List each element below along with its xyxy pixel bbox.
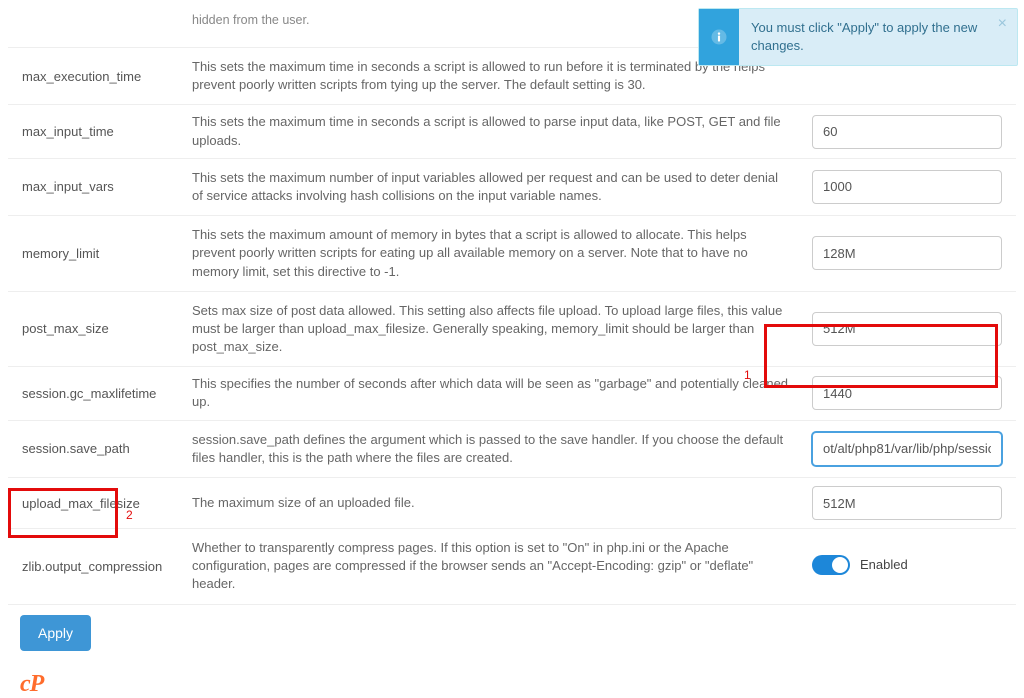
setting-input-col [812,236,1012,270]
setting-row: max_input_time This sets the maximum tim… [8,105,1016,158]
max-input-vars-field[interactable] [812,170,1002,204]
setting-row: memory_limit This sets the maximum amoun… [8,216,1016,292]
cpanel-logo: cP [20,671,1016,698]
notification-close[interactable]: × [998,9,1017,65]
setting-label: post_max_size [12,321,192,336]
upload-max-filesize-field[interactable] [812,486,1002,520]
setting-description: Sets max size of post data allowed. This… [192,302,812,357]
setting-label: session.gc_maxlifetime [12,386,192,401]
notification-text: You must click "Apply" to apply the new … [739,9,998,65]
post-max-size-field[interactable] [812,312,1002,346]
max-input-time-field[interactable] [812,115,1002,149]
setting-input-col [812,312,1012,346]
zlib-output-compression-toggle[interactable]: Enabled [812,555,908,575]
memory-limit-field[interactable] [812,236,1002,270]
setting-label: . [12,20,192,21]
setting-description: The maximum size of an uploaded file. [192,494,812,512]
setting-input-col [812,432,1012,466]
setting-input-col [812,486,1012,520]
setting-row: upload_max_filesize The maximum size of … [8,478,1016,529]
setting-label: session.save_path [12,441,192,456]
session-save-path-field[interactable] [812,432,1002,466]
setting-description: session.save_path defines the argument w… [192,431,812,467]
toggle-label: Enabled [860,557,908,572]
setting-input-col [812,115,1012,149]
setting-row: session.gc_maxlifetime This specifies th… [8,367,1016,420]
session-gc-maxlifetime-field[interactable] [812,376,1002,410]
setting-row: session.save_path session.save_path defi… [8,421,1016,478]
setting-row: post_max_size Sets max size of post data… [8,292,1016,368]
setting-description: This sets the maximum amount of memory i… [192,226,812,281]
notification-toast: You must click "Apply" to apply the new … [698,8,1018,66]
setting-label: upload_max_filesize [12,496,192,511]
setting-label: memory_limit [12,246,192,261]
settings-table: . hidden from the user. max_execution_ti… [0,0,1024,698]
setting-description: This sets the maximum time in seconds a … [192,113,812,149]
setting-row: zlib.output_compression Whether to trans… [8,529,1016,605]
apply-button[interactable]: Apply [20,615,91,651]
annotation-label: 1 [744,368,751,382]
setting-label: max_execution_time [12,69,192,84]
setting-description: This specifies the number of seconds aft… [192,375,812,411]
setting-description: Whether to transparently compress pages.… [192,539,812,594]
setting-label: zlib.output_compression [12,559,192,574]
setting-input-col [812,170,1012,204]
info-icon [699,9,739,65]
setting-label: max_input_vars [12,179,192,194]
setting-row: max_input_vars This sets the maximum num… [8,159,1016,216]
annotation-label: 2 [126,508,133,522]
setting-input-col: Enabled [812,555,1012,578]
setting-description: This sets the maximum number of input va… [192,169,812,205]
logo-text: cP [20,671,43,697]
setting-input-col [812,376,1012,410]
toggle-switch-icon [812,555,850,575]
setting-label: max_input_time [12,124,192,139]
